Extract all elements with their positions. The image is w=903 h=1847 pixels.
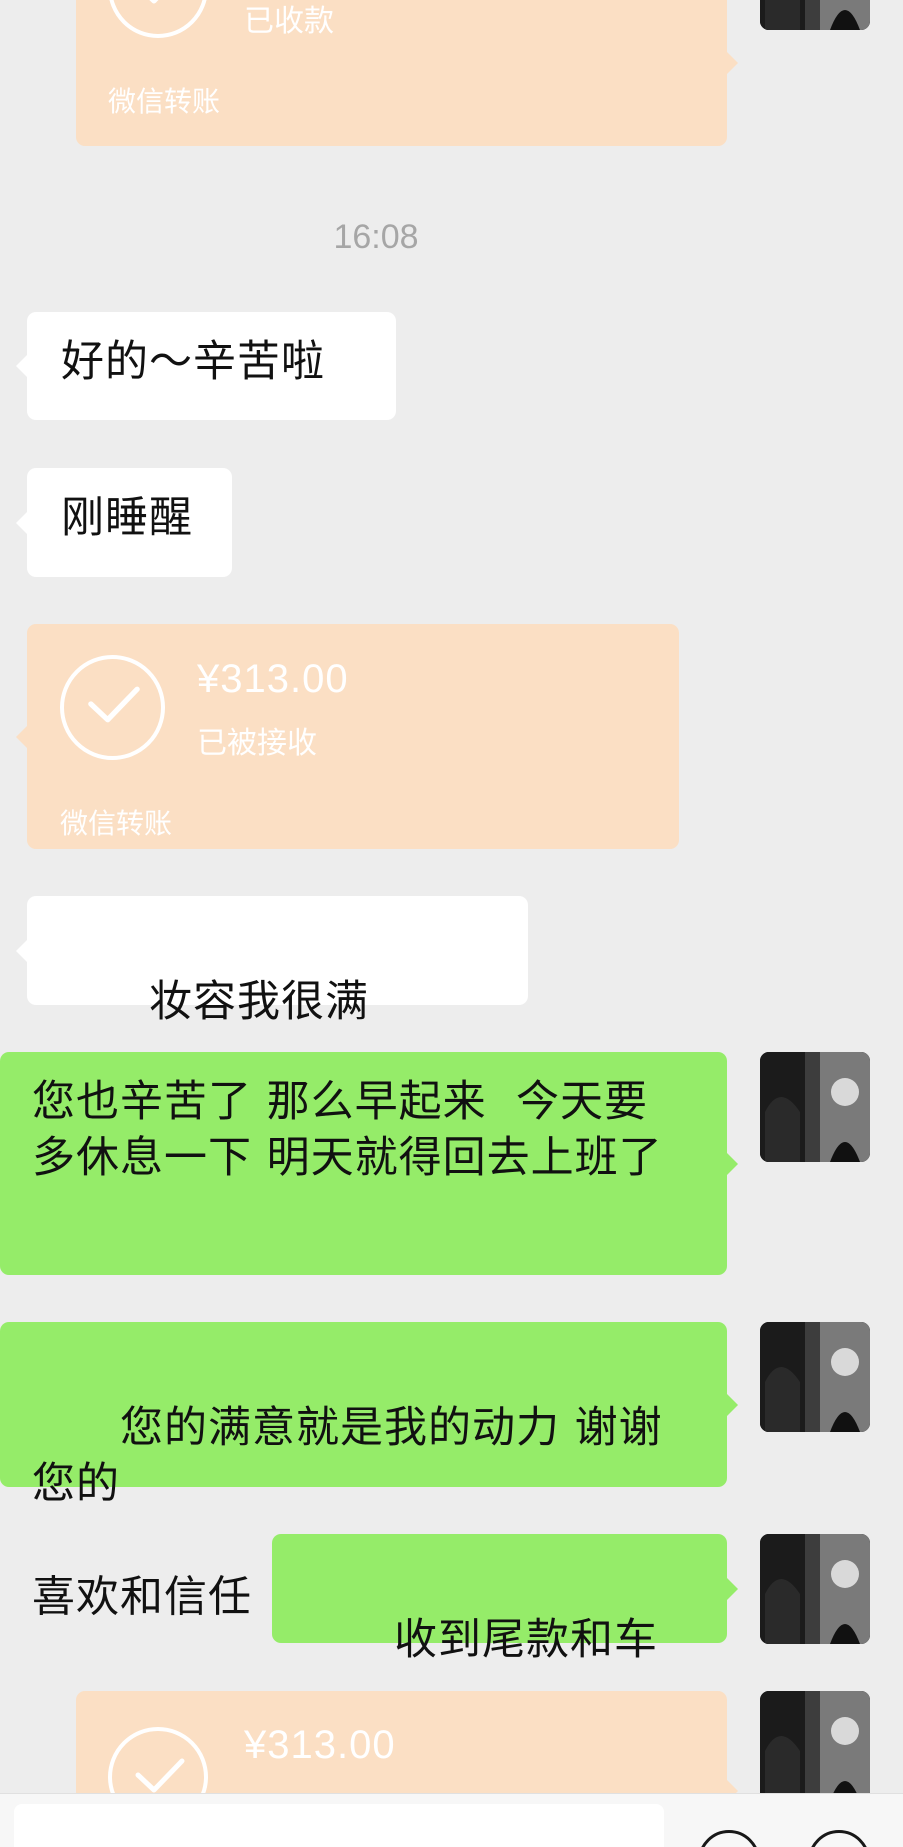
my-avatar[interactable] [760,1691,870,1801]
input-bar [0,1793,903,1847]
my-avatar[interactable] [760,1534,870,1644]
incoming-message[interactable]: 好的～辛苦啦 [27,312,396,420]
my-avatar[interactable] [760,1052,870,1162]
outgoing-message[interactable]: 您也辛苦了 那么早起来 今天要 多休息一下 明天就得回去上班了 [0,1052,727,1275]
transfer-amount: ¥313.00 [197,657,349,701]
transfer-footer: 微信转账 [108,85,221,118]
message-text: 好的～辛苦啦 [61,337,325,387]
incoming-message[interactable]: 妆容我很满意！！ [27,896,528,1144]
message-text: 您也辛苦了 那么早起来 今天要 多休息一下 明天就得回去上班了 [32,1077,663,1183]
outgoing-message[interactable]: 您的满意就是我的动力 谢谢您的 喜欢和信任 [0,1322,727,1623]
transfer-status: 已被接收 [197,726,317,761]
check-icon [108,0,208,38]
outgoing-message[interactable]: 收到尾款和车费 [272,1534,727,1781]
transfer-footer: 微信转账 [60,807,173,840]
my-avatar[interactable] [760,0,870,30]
incoming-message[interactable]: 刚睡醒 [27,468,232,577]
transfer-status: 已收款 [244,4,334,39]
emoji-button[interactable] [698,1830,760,1847]
add-button[interactable] [808,1830,870,1847]
top-transfer-card[interactable]: 已收款 微信转账 [76,0,727,146]
timestamp: 16:08 [333,218,419,256]
message-text: 刚睡醒 [61,493,193,543]
transfer-amount: ¥313.00 [244,1723,396,1767]
message-input[interactable] [14,1804,664,1847]
my-avatar[interactable] [760,1322,870,1432]
chat-screen: 已收款 微信转账 16:08 好的～辛苦啦 刚睡醒 ¥313.00 已被接收 微… [0,0,903,1847]
check-icon [60,655,165,760]
received-transfer-card[interactable]: ¥313.00 已被接收 微信转账 [27,624,679,849]
